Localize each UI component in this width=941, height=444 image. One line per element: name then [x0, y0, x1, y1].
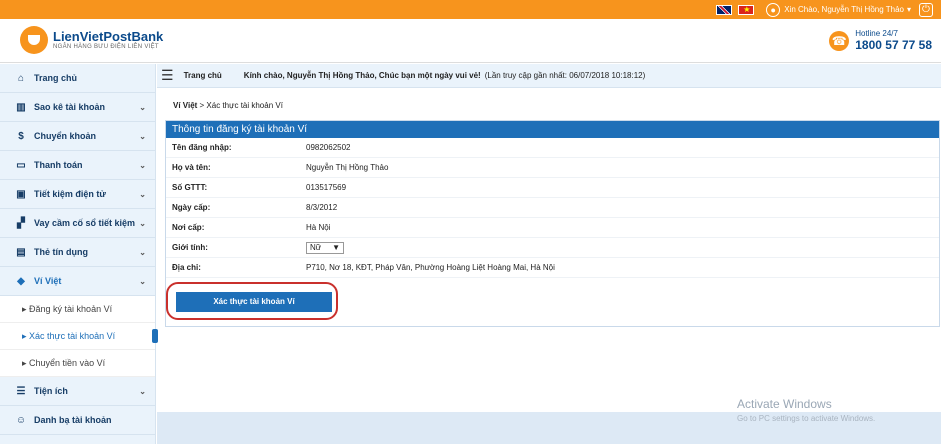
breadcrumb-root[interactable]: Ví Việt [173, 101, 197, 110]
greeting-text[interactable]: Xin Chào, Nguyễn Thị Hồng Thảo [784, 5, 904, 14]
info-row: Địa chỉ: P710, Nơ 18, KĐT, Pháp Vân, Phườ… [166, 258, 939, 278]
savings-icon: ▣ [16, 188, 26, 200]
info-row: Họ và tên: Nguyễn Thị Hồng Thảo [166, 158, 939, 178]
sidebar-item-home[interactable]: ⌂ Trang chủ [0, 64, 155, 93]
verify-wallet-button[interactable]: Xác thực tài khoản Ví [176, 292, 332, 312]
logo[interactable]: LienVietPostBank NGÂN HÀNG BƯU ĐIỆN LIÊN… [20, 26, 163, 54]
top-bar: ● Xin Chào, Nguyễn Thị Hồng Thảo ▾ ⏻ [0, 0, 941, 19]
user-icon: ● [766, 2, 781, 17]
sidebar-item-loan[interactable]: ▞ Vay cầm cố sổ tiết kiệm ⌄ [0, 209, 155, 238]
main-content: ☰ Trang chủ Kính chào, Nguyễn Thị Hồng T… [157, 64, 941, 444]
chevron-down-icon: ⌄ [139, 160, 146, 170]
sidebar-item-contacts[interactable]: ☺ Danh bạ tài khoản [0, 406, 155, 435]
info-row: Số GTTT: 013517569 [166, 178, 939, 198]
chevron-down-icon: ⌄ [139, 218, 146, 228]
chevron-down-icon: ⌄ [139, 386, 146, 396]
chevron-down-icon: ⌄ [139, 276, 146, 286]
gender-select[interactable]: Nữ ▼ [306, 241, 344, 254]
chevron-down-icon: ⌄ [139, 102, 146, 112]
panel-title: Thông tin đăng ký tài khoản Ví [166, 121, 939, 138]
welcome-text: Kính chào, Nguyễn Thị Hồng Thảo, Chúc bạ… [243, 71, 481, 80]
activate-windows-title: Activate Windows [737, 397, 832, 411]
vn-flag-icon[interactable] [738, 4, 755, 15]
sidebar-item-transfer[interactable]: $ Chuyển khoản ⌄ [0, 122, 155, 151]
submenu-transfer-wallet[interactable]: ▸ Chuyển tiền vào Ví [0, 350, 155, 377]
sidebar-item-utilities[interactable]: ☰ Tiện ích ⌄ [0, 377, 155, 406]
info-row: Ngày cấp: 8/3/2012 [166, 198, 939, 218]
greeting-caret-icon[interactable]: ▾ [907, 5, 911, 14]
sidebar-item-statement[interactable]: ▥ Sao kê tài khoản ⌄ [0, 93, 155, 122]
sidebar-item-credit-card[interactable]: ▤ Thẻ tín dụng ⌄ [0, 238, 155, 267]
submenu-verify-wallet[interactable]: ▸ Xác thực tài khoản Ví [0, 323, 158, 350]
brand-subtitle: NGÂN HÀNG BƯU ĐIỆN LIÊN VIỆT [53, 44, 159, 50]
loan-icon: ▞ [17, 217, 25, 229]
dropdown-arrow-icon: ▼ [332, 243, 340, 252]
chevron-down-icon: ⌄ [139, 189, 146, 199]
uk-flag-icon[interactable] [716, 4, 733, 15]
sidebar-item-viviet[interactable]: ◆ Ví Việt ⌄ [0, 267, 155, 296]
info-row: Tên đăng nhập: 0982062502 [166, 138, 939, 158]
list-icon: ☰ [16, 385, 26, 397]
brand-name: LienVietPostBank [53, 29, 164, 44]
chevron-down-icon: ⌄ [139, 247, 146, 257]
breadcrumb-home[interactable]: Trang chủ [184, 71, 222, 80]
bank-icon: ▥ [16, 101, 26, 113]
contacts-icon: ☺ [15, 414, 27, 426]
credit-card-icon: ▤ [16, 246, 26, 258]
last-access-text: (Lần truy cập gần nhất: 06/07/2018 10:18… [484, 71, 646, 80]
wallet-icon: ◆ [17, 275, 25, 287]
info-row: Nơi cấp: Hà Nội [166, 218, 939, 238]
hotline-label: Hotline 24/7 [855, 29, 898, 38]
home-icon: ⌂ [17, 72, 25, 84]
header: LienVietPostBank NGÂN HÀNG BƯU ĐIỆN LIÊN… [0, 19, 941, 63]
dollar-icon: $ [18, 130, 24, 142]
info-row: Giới tính: Nữ ▼ [166, 238, 939, 258]
top-breadcrumb-bar: ☰ Trang chủ Kính chào, Nguyễn Thị Hồng T… [157, 64, 941, 88]
sidebar-item-savings[interactable]: ▣ Tiết kiệm điện tử ⌄ [0, 180, 155, 209]
logo-icon [20, 26, 48, 54]
chevron-down-icon: ⌄ [139, 131, 146, 141]
sidebar-item-payment[interactable]: ▭ Thanh toán ⌄ [0, 151, 155, 180]
card-icon: ▭ [16, 159, 26, 171]
breadcrumb-current: > Xác thực tài khoản Ví [197, 101, 283, 110]
activate-windows-sub: Go to PC settings to activate Windows. [737, 414, 876, 423]
hamburger-icon[interactable]: ☰ [161, 67, 174, 84]
wallet-info-panel: Thông tin đăng ký tài khoản Ví Tên đăng … [165, 120, 940, 327]
phone-icon: ☎ [829, 30, 850, 51]
sidebar: ⌂ Trang chủ ▥ Sao kê tài khoản ⌄ $ Chuyển kh… [0, 64, 158, 444]
button-area: Xác thực tài khoản Ví [166, 278, 939, 326]
power-icon[interactable]: ⏻ [919, 2, 933, 17]
breadcrumb: Ví Việt > Xác thực tài khoản Ví [173, 101, 941, 110]
submenu-register-wallet[interactable]: ▸ Đăng ký tài khoản Ví [0, 296, 155, 323]
hotline-number: 1800 57 77 58 [855, 38, 932, 52]
hotline: ☎ Hotline 24/7 1800 57 77 58 [829, 29, 932, 52]
